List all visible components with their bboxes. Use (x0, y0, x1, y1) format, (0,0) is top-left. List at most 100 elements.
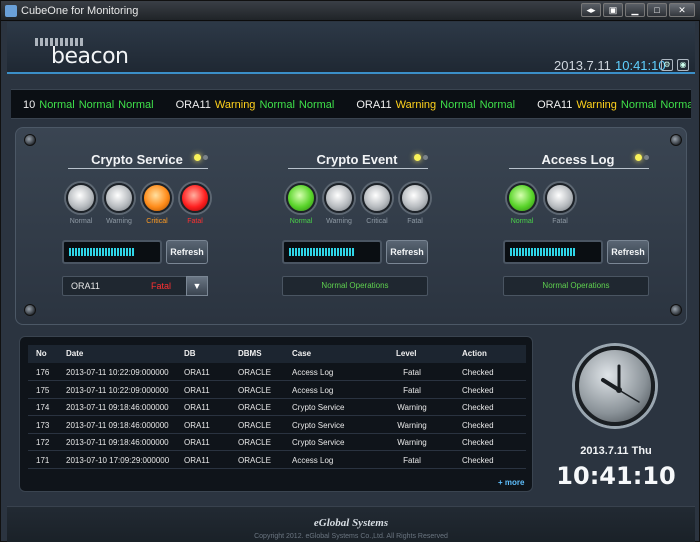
cell-db: ORA11 (184, 368, 210, 377)
cell-action: Checked (462, 368, 494, 377)
cell-db: ORA11 (184, 403, 210, 412)
footer-copyright: Copyright 2012. eGlobal Systems Co.,Ltd.… (254, 533, 448, 540)
table-row[interactable]: 173 2013-07-11 09:18:46:000000 ORA11 ORACLE… (28, 417, 526, 434)
monitor-panel: Crypto Service Refresh ORA11 Fatal ▼ Nor… (15, 127, 687, 325)
status-light-warning-icon (104, 183, 134, 213)
section-title: Crypto Event (316, 152, 398, 167)
cell-dbms: ORACLE (238, 438, 271, 447)
status-light-label: Fatal (407, 218, 423, 225)
section-access-log: Access Log Refresh Normal Operations Nor… (503, 128, 693, 326)
ticker-host: ORA11 (537, 99, 573, 111)
table-row[interactable]: 174 2013-07-11 09:18:46:000000 ORA11 ORACLE… (28, 399, 526, 416)
window-title: CubeOne for Monitoring (21, 5, 139, 17)
status-light-label: Fatal (187, 218, 203, 225)
cell-db: ORA11 (184, 455, 210, 465)
more-link[interactable]: + more (498, 478, 524, 487)
clock-date: 2013.7.11 Thu (580, 445, 652, 457)
table-row[interactable]: 172 2013-07-11 09:18:46:000000 ORA11 ORACLE… (28, 434, 526, 451)
logo: beacon (35, 34, 145, 70)
cell-level: Warning (397, 438, 427, 447)
settings-icon[interactable]: ⚙ (661, 59, 673, 71)
refresh-button[interactable]: Refresh (166, 240, 208, 264)
cell-db: ORA11 (184, 420, 210, 430)
cell-action: Checked (462, 403, 494, 412)
ticker-status: Normal (479, 99, 516, 111)
cell-level: Fatal (403, 455, 421, 465)
ticker-status: Normal (440, 99, 476, 111)
progress-fill (289, 248, 354, 256)
table-row[interactable]: 176 2013-07-11 10:22:09:000000 ORA11 ORACLE… (28, 364, 526, 381)
cell-level: Fatal (403, 368, 421, 377)
status-light-normal-icon (286, 183, 316, 213)
close-button[interactable]: ✕ (669, 3, 695, 17)
ticker-status: Normal (118, 99, 154, 111)
table-header: No Date DB DBMS Case Level Action (28, 345, 526, 363)
ticker-host: ORA11 (356, 99, 392, 111)
status-light-normal-icon (507, 183, 537, 213)
progress-bar (503, 240, 603, 264)
column-header[interactable]: DBMS (238, 349, 262, 358)
status-display: Normal Operations (503, 276, 649, 296)
cell-case: Crypto Service (292, 403, 345, 412)
cell-case: Access Log (292, 385, 334, 395)
ticker-status: Normal (298, 99, 335, 111)
table-row[interactable]: 175 2013-07-11 10:22:09:000000 ORA11 ORACLE… (28, 382, 526, 399)
title-bar: CubeOne for Monitoring ◂▸ ▣ ▁ □ ✕ (1, 1, 700, 21)
column-header[interactable]: DB (184, 349, 196, 358)
status-ticker: 10 Normal Normal Normal ORA11 Warning Normal No… (11, 89, 691, 119)
ticker-status: Normal (660, 99, 691, 111)
ticker-host: 10 (23, 99, 36, 111)
column-header[interactable]: Case (292, 349, 311, 358)
cell-no: 175 (36, 385, 50, 395)
status-light-critical-icon (362, 183, 392, 213)
indicator-led-icon (203, 155, 208, 160)
indicator-led-icon (194, 154, 201, 161)
status-light-fatal-icon (545, 183, 575, 213)
column-header[interactable]: Date (66, 349, 83, 358)
chevron-down-icon[interactable]: ▼ (186, 276, 208, 296)
screw-icon (24, 134, 36, 146)
ticker-status: Normal (620, 99, 657, 111)
instance-select[interactable]: ORA11 Fatal ▼ (62, 276, 208, 296)
section-divider (288, 168, 428, 169)
cell-no: 172 (36, 438, 50, 447)
indicator-led-icon (414, 154, 421, 161)
cell-level: Warning (397, 403, 427, 412)
restore-icon[interactable]: ◂▸ (581, 3, 601, 17)
footer: eGlobal Systems Copyright 2012. eGlobal … (7, 506, 695, 542)
ticker-status: Normal (259, 99, 295, 111)
app-window: CubeOne for Monitoring ◂▸ ▣ ▁ □ ✕ beacon… (0, 0, 700, 542)
clock-time: 10:41:10 (556, 462, 676, 490)
column-header[interactable]: Level (396, 349, 416, 358)
cell-date: 2013-07-11 09:18:46:000000 (66, 438, 169, 447)
ticker-status: Warning (214, 99, 256, 111)
window-controls: ◂▸ ▣ ▁ □ ✕ (581, 3, 695, 17)
camera-icon[interactable]: ◉ (677, 59, 689, 71)
section-divider (68, 168, 208, 169)
fullscreen-icon[interactable]: ▣ (603, 3, 623, 17)
refresh-button[interactable]: Refresh (386, 240, 428, 264)
cell-no: 174 (36, 403, 50, 412)
minimize-button[interactable]: ▁ (625, 3, 645, 17)
maximize-button[interactable]: □ (647, 3, 667, 17)
column-header[interactable]: Action (462, 349, 487, 358)
cell-dbms: ORACLE (238, 403, 271, 412)
cell-action: Checked (462, 438, 494, 447)
cell-case: Crypto Service (292, 420, 345, 430)
cell-date: 2013-07-11 10:22:09:000000 (66, 368, 169, 377)
status-light-fatal-icon (400, 183, 430, 213)
cell-dbms: ORACLE (238, 385, 271, 395)
section-crypto-event: Crypto Event Refresh Normal Operations N… (282, 128, 472, 326)
indicator-led-icon (635, 154, 642, 161)
table-row[interactable]: 171 2013-07-10 17:09:29:000000 ORA11 ORACLE… (28, 452, 526, 469)
cell-case: Access Log (292, 455, 334, 465)
indicator-led-icon (423, 155, 428, 160)
section-title: Crypto Service (91, 152, 183, 167)
status-light-label: Fatal (552, 218, 568, 225)
column-header[interactable]: No (36, 349, 47, 358)
progress-fill (510, 248, 575, 256)
clock-icon (575, 346, 655, 426)
cell-date: 2013-07-10 17:09:29:000000 (66, 455, 170, 465)
refresh-button[interactable]: Refresh (607, 240, 649, 264)
cell-date: 2013-07-11 10:22:09:000000 (66, 385, 169, 395)
